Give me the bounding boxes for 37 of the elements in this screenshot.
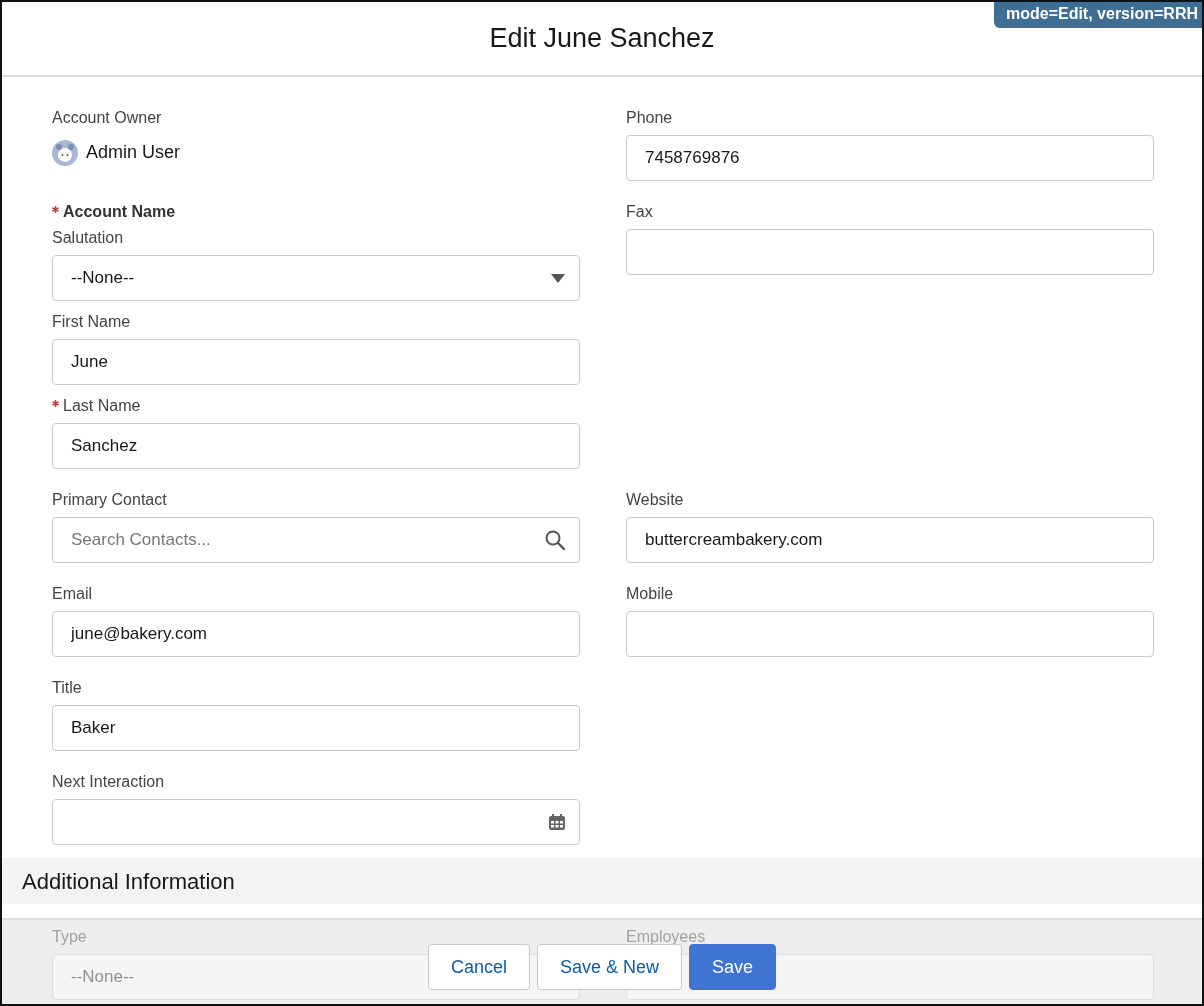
field-label: Employees [626,928,706,946]
field-label: Website [626,491,684,509]
field-label: Mobile [626,585,674,603]
field-label: Account Owner [52,109,162,127]
field-label: Type [52,928,87,946]
field-label: First Name [52,313,131,331]
field-label: Title [52,679,82,697]
debug-badge: mode=Edit, version=RRH [993,2,1202,28]
field-label: Phone [626,109,673,127]
text-field[interactable] [626,229,1154,275]
action-button[interactable]: Cancel [427,944,530,990]
field-label: Salutation [52,229,124,247]
text-field[interactable]: 7458769876 [626,135,1154,181]
search-icon[interactable] [544,529,566,551]
field-label: Email [52,585,92,603]
text-field[interactable] [626,611,1154,657]
text-field[interactable]: Sanchez [52,423,580,469]
select-field[interactable]: --None-- [52,255,580,301]
dialog-title: Edit June Sanchez [489,22,715,55]
search-field[interactable]: Search Contacts... [52,517,580,563]
field-label: Account Name [63,203,176,221]
text-field[interactable]: Baker [52,705,580,751]
text-field[interactable]: buttercreambakery.com [626,517,1154,563]
avatar-icon [52,139,78,166]
action-button[interactable]: Save & New [536,944,682,990]
text-field[interactable]: June [52,339,580,385]
field-label: Fax [626,203,653,221]
text-field[interactable]: june@bakery.com [52,611,580,657]
section-header: Additional Information [2,858,1202,904]
date-field[interactable] [52,799,580,845]
calendar-icon[interactable] [548,813,566,831]
caret-icon [551,273,565,283]
field-label: Last Name [63,397,141,415]
field-label: Primary Contact [52,491,167,509]
field-label: Next Interaction [52,773,165,791]
action-button[interactable]: Save [689,944,777,990]
owner-name: Admin User [86,141,181,164]
